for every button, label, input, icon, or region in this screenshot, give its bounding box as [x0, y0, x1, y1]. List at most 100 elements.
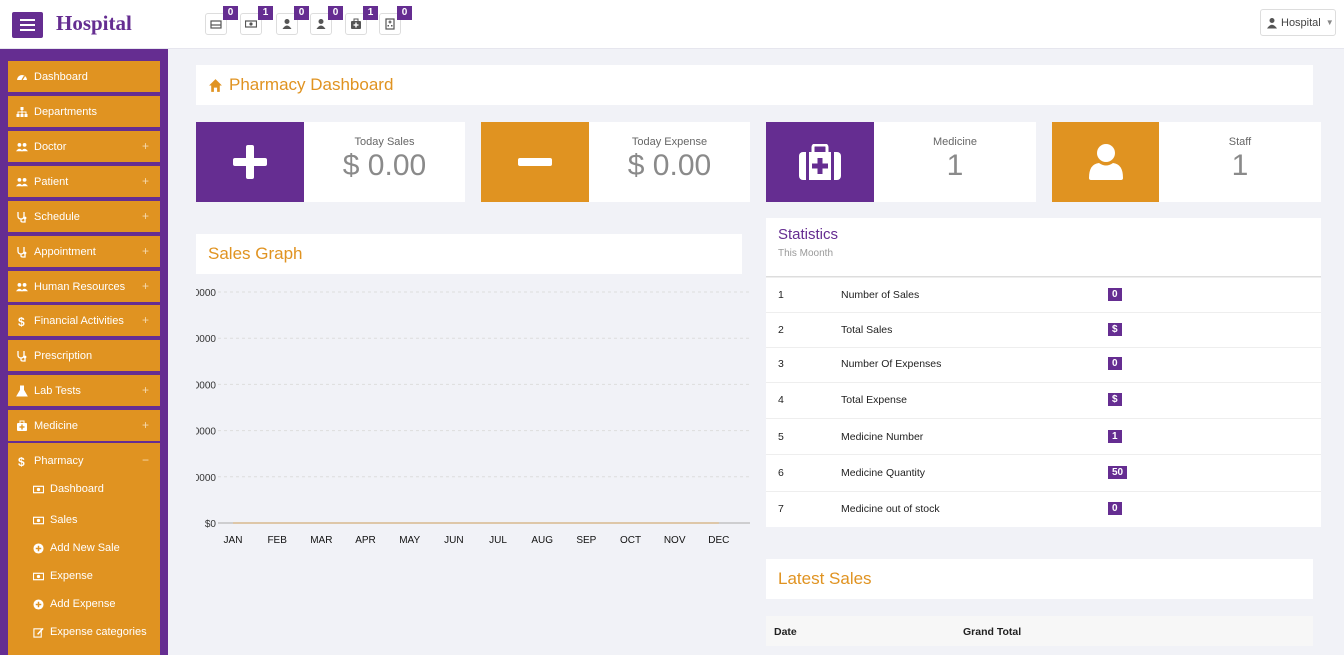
sidebar-subitem-label: Add New Sale: [50, 542, 120, 554]
expand-plus-icon: +: [141, 313, 149, 327]
sidebar-item-label: Prescription: [34, 349, 93, 362]
inbox-notification-button[interactable]: 0: [205, 6, 238, 35]
menu-toggle-button[interactable]: [12, 12, 43, 38]
sidebar-item-doctor[interactable]: Doctor +: [8, 131, 160, 162]
sidebar-item-dashboard[interactable]: Dashboard: [8, 61, 160, 92]
card-value: $ 0.00: [342, 149, 427, 182]
medkit-notification-button[interactable]: 1: [345, 6, 378, 35]
row-name: Medicine out of stock: [841, 503, 940, 515]
sidebar-subitem-expense-categories[interactable]: Expense categories: [33, 626, 147, 638]
card-value: 1: [946, 149, 964, 182]
sidebar-subitem-add-new-sale[interactable]: Add New Sale: [33, 542, 120, 554]
expand-plus-icon: +: [141, 209, 149, 223]
card-label: Medicine: [932, 136, 978, 148]
x-tick-label: AUG: [531, 535, 553, 546]
inbox-icon: [210, 20, 222, 29]
sidebar: Dashboard Departments Doctor + Patient +…: [0, 49, 168, 655]
edit-icon: [33, 627, 44, 638]
money-icon: [33, 485, 44, 493]
row-name: Medicine Quantity: [841, 467, 926, 479]
sales-graph-header: Sales Graph: [196, 234, 742, 274]
sidebar-item-prescription[interactable]: Prescription: [8, 340, 160, 371]
row-number: 7: [778, 503, 784, 515]
user-notification-button[interactable]: 0: [276, 6, 309, 35]
column-header-date: Date: [774, 626, 797, 638]
sidebar-item-label: Departments: [34, 105, 97, 118]
table-row: 5 Medicine Number 1: [766, 418, 1321, 454]
row-number: 3: [778, 358, 784, 370]
sidebar-item-patient[interactable]: Patient +: [8, 166, 160, 197]
sidebar-item-lab-tests[interactable]: Lab Tests +: [8, 375, 160, 406]
svg-text:$: $: [18, 455, 25, 467]
y-tick-label: $1000000: [196, 288, 216, 299]
expand-plus-icon: +: [141, 383, 149, 397]
notification-badge: 1: [363, 6, 378, 20]
medkit-icon: [17, 420, 27, 431]
notification-badge: 0: [294, 6, 309, 20]
expand-plus-icon: +: [141, 139, 149, 153]
sidebar-item-human-resources[interactable]: Human Resources +: [8, 271, 160, 302]
user-notification-button[interactable]: 0: [310, 6, 343, 35]
sidebar-subitem-label: Dashboard: [50, 483, 104, 495]
row-value-badge: $: [1108, 393, 1122, 406]
sidebar-subitem-label: Sales: [50, 514, 78, 526]
stethoscope-icon: [17, 246, 27, 258]
sidebar-item-appointment[interactable]: Appointment +: [8, 236, 160, 267]
sidebar-subitem-sales[interactable]: Sales: [33, 514, 78, 526]
row-name: Medicine Number: [841, 431, 924, 443]
user-icon: [282, 19, 292, 29]
y-tick-label: $600000: [196, 380, 216, 391]
minus-icon: [518, 158, 552, 166]
notification-badge: 0: [397, 6, 412, 20]
hospital-notification-button[interactable]: 0: [379, 6, 412, 35]
sidebar-subitem-expense[interactable]: Expense: [33, 570, 93, 582]
statistics-panel: Statistics This Moonth 1 Number of Sales…: [766, 218, 1321, 527]
users-icon: [16, 177, 28, 186]
expand-plus-icon: +: [141, 174, 149, 188]
sidebar-subitem-label: Add Expense: [50, 598, 116, 610]
card-value: $ 0.00: [627, 149, 712, 182]
brand-title[interactable]: Hospital: [56, 11, 132, 36]
row-name: Total Expense: [841, 394, 907, 406]
page-title-bar: Pharmacy Dashboard: [196, 65, 1313, 105]
dollar-icon: $: [18, 455, 25, 467]
card-label: Staff: [1228, 136, 1252, 148]
y-tick-label: $400000: [196, 427, 216, 438]
sidebar-item-financial-activities[interactable]: $ Financial Activities +: [8, 305, 160, 336]
table-row: 7 Medicine out of stock 0: [766, 491, 1321, 527]
row-number: 2: [778, 324, 784, 336]
row-number: 1: [778, 289, 784, 301]
sidebar-item-departments[interactable]: Departments: [8, 96, 160, 127]
top-bar: Hospital 0 1 0 0 1 0 Hospital ▼: [0, 0, 1344, 49]
home-icon: [209, 78, 222, 92]
x-tick-label: JUL: [489, 535, 507, 546]
sidebar-item-medicine[interactable]: Medicine +: [8, 410, 160, 441]
user-menu-button[interactable]: Hospital ▼: [1260, 9, 1336, 36]
sidebar-subitem-add-expense[interactable]: Add Expense: [33, 598, 115, 610]
staff-card: Staff 1: [1159, 122, 1321, 202]
stethoscope-icon: [17, 350, 27, 362]
sidebar-item-pharmacy[interactable]: $ Pharmacy −: [8, 445, 160, 476]
row-value-badge: 50: [1108, 466, 1128, 479]
x-tick-label: JAN: [224, 535, 243, 546]
notification-badge: 0: [328, 6, 343, 20]
medicine-icon-box: [766, 122, 874, 202]
money-notification-button[interactable]: 1: [240, 6, 273, 35]
sidebar-subitem-pharmacy-dashboard[interactable]: Dashboard: [33, 483, 104, 495]
money-icon: [245, 20, 257, 28]
x-tick-label: APR: [355, 535, 376, 546]
table-row: 3 Number Of Expenses 0: [766, 347, 1321, 382]
sidebar-item-label: Financial Activities: [34, 314, 124, 327]
today-expense-icon-box: [481, 122, 589, 202]
table-row: 4 Total Expense $: [766, 382, 1321, 418]
dollar-icon: $: [18, 315, 25, 327]
row-number: 6: [778, 467, 784, 479]
latest-sales-table-header: Date Grand Total: [766, 616, 1313, 646]
row-value-badge: 0: [1108, 502, 1122, 515]
latest-sales-title: Latest Sales: [778, 569, 872, 588]
x-tick-label: OCT: [620, 535, 641, 546]
sidebar-item-schedule[interactable]: Schedule +: [8, 201, 160, 232]
stethoscope-icon: [17, 211, 27, 223]
card-value: 1: [1231, 149, 1249, 182]
y-tick-label: $800000: [196, 334, 216, 345]
